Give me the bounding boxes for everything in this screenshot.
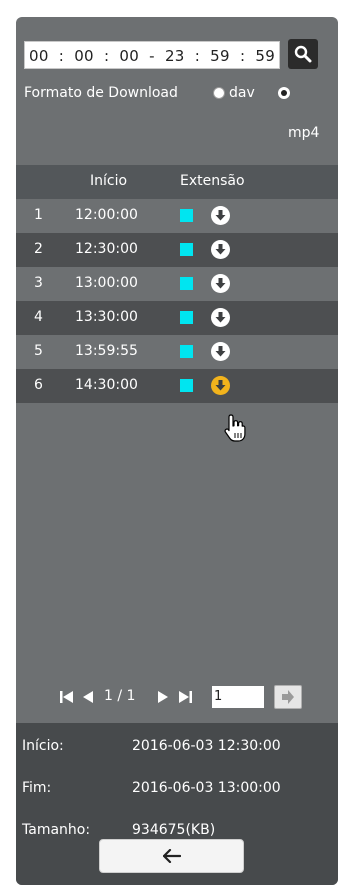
- download-button[interactable]: [211, 342, 230, 361]
- time-range-row: 00 : 00 : 00 - 23 : 59 : 59: [24, 39, 330, 69]
- time-separator: :: [239, 47, 246, 65]
- download-arrow-icon: [215, 380, 226, 391]
- time-separator: :: [103, 47, 110, 65]
- row-number: 5: [34, 343, 43, 359]
- radio-mp4[interactable]: [278, 87, 290, 99]
- col-extension-header: Extensão: [180, 173, 245, 189]
- row-number: 6: [34, 377, 43, 393]
- row-start-time: 13:00:00: [75, 275, 138, 291]
- last-page-icon[interactable]: [178, 690, 192, 704]
- end-label: Fim:: [22, 780, 52, 796]
- range-dash: -: [149, 47, 155, 65]
- arrow-right-icon: [282, 690, 294, 704]
- start-value: 2016-06-03 12:30:00: [132, 738, 281, 754]
- row-number: 3: [34, 275, 43, 291]
- list-item[interactable]: 1 12:00:00: [16, 199, 338, 233]
- page-number-input[interactable]: 1: [212, 686, 264, 708]
- row-start-time: 12:30:00: [75, 241, 138, 257]
- radio-dav-label: dav: [229, 85, 255, 101]
- start-hour[interactable]: 00: [29, 42, 49, 70]
- list-item[interactable]: 5 13:59:55: [16, 335, 338, 369]
- size-value: 934675(KB): [132, 822, 216, 838]
- download-arrow-icon: [215, 312, 226, 323]
- record-type-indicator: [180, 277, 193, 290]
- start-second[interactable]: 00: [119, 42, 139, 70]
- download-arrow-icon: [215, 244, 226, 255]
- end-hour[interactable]: 23: [165, 42, 185, 70]
- time-separator: :: [194, 47, 201, 65]
- row-start-time: 12:00:00: [75, 207, 138, 223]
- row-number: 2: [34, 241, 43, 257]
- go-to-page-button[interactable]: [274, 685, 302, 709]
- list-item[interactable]: 4 13:30:00: [16, 301, 338, 335]
- download-button[interactable]: [211, 240, 230, 259]
- radio-dav[interactable]: [213, 87, 225, 99]
- row-start-time: 14:30:00: [75, 377, 138, 393]
- list-item[interactable]: 3 13:00:00: [16, 267, 338, 301]
- col-start-header: Início: [90, 173, 128, 189]
- row-number: 1: [34, 207, 43, 223]
- row-start-time: 13:30:00: [75, 309, 138, 325]
- list-header: Início Extensão: [16, 165, 338, 199]
- record-type-indicator: [180, 345, 193, 358]
- download-button[interactable]: [211, 206, 230, 225]
- download-arrow-icon: [215, 210, 226, 221]
- size-label: Tamanho:: [22, 822, 91, 838]
- download-arrow-icon: [215, 278, 226, 289]
- row-start-time: 13:59:55: [75, 343, 138, 359]
- list-item[interactable]: 6 14:30:00: [16, 369, 338, 403]
- pagination-bar: 1 / 1 1: [16, 682, 338, 712]
- download-arrow-icon: [215, 346, 226, 357]
- end-value: 2016-06-03 13:00:00: [132, 780, 281, 796]
- end-second[interactable]: 59: [255, 42, 275, 70]
- download-button[interactable]: [211, 308, 230, 327]
- download-button[interactable]: [211, 274, 230, 293]
- back-button[interactable]: [99, 839, 244, 873]
- search-icon: [294, 45, 312, 63]
- record-type-indicator: [180, 209, 193, 222]
- start-minute[interactable]: 00: [74, 42, 94, 70]
- time-separator: :: [58, 47, 65, 65]
- row-number: 4: [34, 309, 43, 325]
- first-page-icon[interactable]: [60, 690, 74, 704]
- record-type-indicator: [180, 379, 193, 392]
- record-type-indicator: [180, 243, 193, 256]
- list-item[interactable]: 2 12:30:00: [16, 233, 338, 267]
- record-type-indicator: [180, 311, 193, 324]
- page-indicator: 1 / 1: [104, 688, 136, 704]
- start-label: Início:: [22, 738, 64, 754]
- search-button[interactable]: [288, 39, 318, 69]
- next-page-icon[interactable]: [157, 690, 169, 704]
- end-minute[interactable]: 59: [210, 42, 230, 70]
- download-button[interactable]: [211, 376, 230, 395]
- radio-mp4-label: mp4: [288, 125, 320, 141]
- hand-cursor-icon: [224, 414, 246, 442]
- arrow-left-icon: [162, 849, 181, 863]
- time-range-input[interactable]: 00 : 00 : 00 - 23 : 59 : 59: [24, 41, 280, 69]
- previous-page-icon[interactable]: [82, 690, 94, 704]
- playback-panel: 00 : 00 : 00 - 23 : 59 : 59 Formato de D…: [16, 17, 338, 885]
- download-format-label: Formato de Download: [24, 85, 178, 101]
